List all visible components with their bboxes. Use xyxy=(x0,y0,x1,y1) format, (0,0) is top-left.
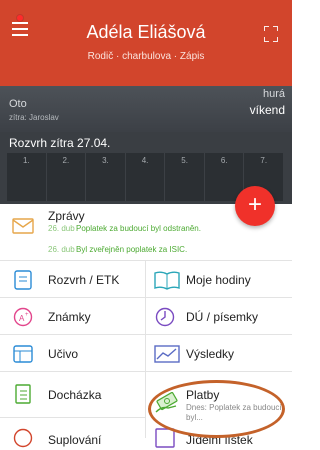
message-item[interactable]: 26. dubByl zveřejněn poplatek za ISIC. xyxy=(48,245,238,254)
slot-4: 4. xyxy=(126,153,166,201)
schedule-title: Rozvrh zítra 27.04. xyxy=(9,136,111,150)
add-button[interactable]: + xyxy=(235,186,275,226)
message-date: 26. dub xyxy=(48,245,75,254)
user-name[interactable]: Adéla Eliášová xyxy=(0,22,292,43)
checklist-icon xyxy=(15,384,31,404)
tile-suplovani[interactable]: Suplování xyxy=(0,418,146,448)
slot-2: 2. xyxy=(47,153,87,201)
tile-label: Suplování xyxy=(48,433,102,447)
tile-rozvrh[interactable]: Rozvrh / ETK xyxy=(0,261,146,298)
status-main: víkend xyxy=(249,103,285,117)
tile-moje-hodiny[interactable]: Moje hodiny xyxy=(146,261,292,298)
person-icon xyxy=(13,428,33,448)
lesson-strip[interactable] xyxy=(0,86,292,132)
slot-1: 1. xyxy=(7,153,47,201)
chart-icon xyxy=(154,345,180,363)
user-subtitle: Rodič · charbulova · Zápis xyxy=(87,51,205,62)
tile-label: Rozvrh / ETK xyxy=(48,273,120,287)
slot-3: 3. xyxy=(86,153,126,201)
status-top: hurá xyxy=(262,88,285,100)
lesson-subtitle: zítra: Jaroslav xyxy=(9,113,59,122)
tile-label: DÚ / písemky xyxy=(186,310,259,324)
tile-label: Učivo xyxy=(48,347,79,361)
book-icon xyxy=(154,271,180,290)
tile-znamky[interactable]: A + Známky xyxy=(0,298,146,335)
envelope-icon xyxy=(12,218,34,234)
tile-label: Výsledky xyxy=(186,347,235,361)
messages-title: Zprávy xyxy=(48,209,85,223)
message-text: Poplatek za budoucí byl odstraněn. xyxy=(76,224,201,233)
tile-ucivo[interactable]: Učivo xyxy=(0,335,146,372)
clock-icon xyxy=(155,307,175,327)
app-header: Adéla Eliášová Rodič · charbulova · Zápi… xyxy=(0,0,292,86)
tile-label: Moje hodiny xyxy=(186,273,251,287)
tile-dochazka[interactable]: Docházka xyxy=(0,372,146,418)
grade-icon: A + xyxy=(13,307,33,327)
tile-label: Docházka xyxy=(48,388,102,402)
qr-icon[interactable] xyxy=(264,26,278,42)
tile-vysledky[interactable]: Výsledky xyxy=(146,335,292,372)
svg-text:+: + xyxy=(25,312,29,318)
message-item[interactable]: 26. dubPoplatek za budoucí byl odstraněn… xyxy=(48,224,238,233)
message-text: Byl zveřejněn poplatek za ISIC. xyxy=(76,245,188,254)
message-date: 26. dub xyxy=(48,224,75,233)
tile-du[interactable]: DÚ / písemky xyxy=(146,298,292,335)
lesson-title: Oto xyxy=(9,98,27,110)
notification-dot xyxy=(16,14,24,22)
calendar-icon xyxy=(14,270,32,290)
highlight-ring xyxy=(148,380,285,438)
list-icon xyxy=(13,345,33,363)
tile-label: Známky xyxy=(48,310,91,324)
slot-5: 5. xyxy=(165,153,205,201)
